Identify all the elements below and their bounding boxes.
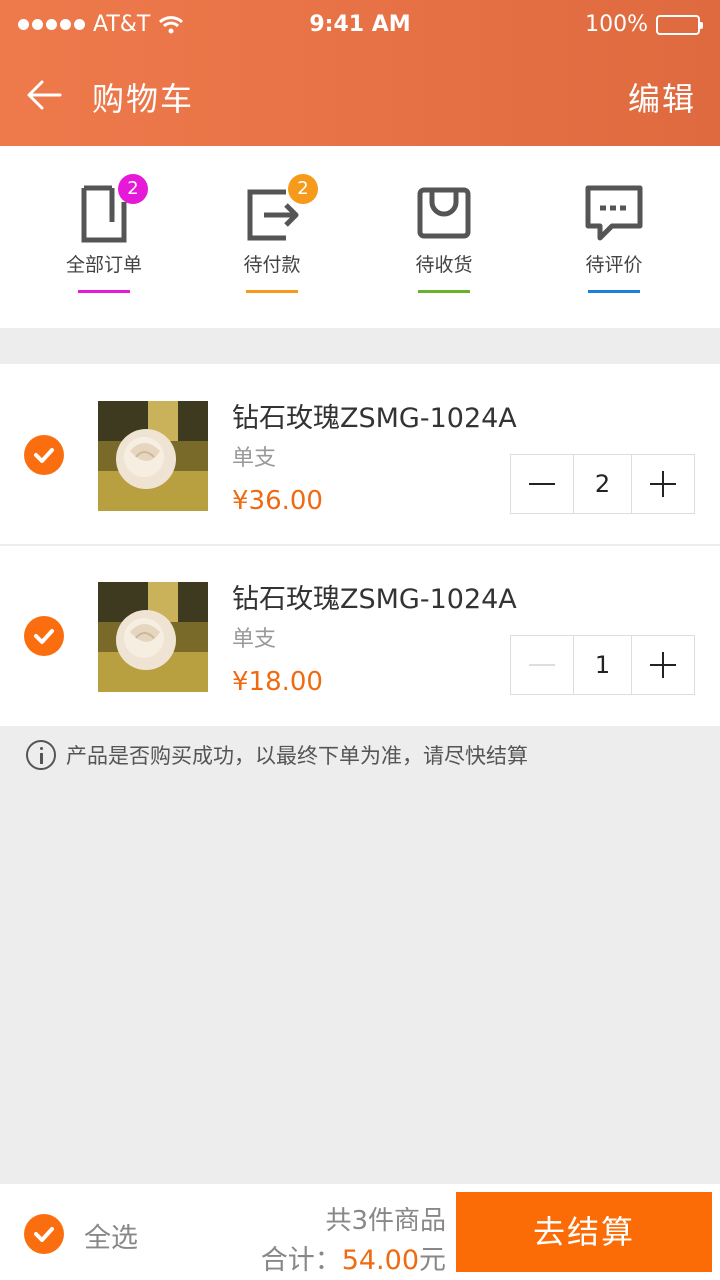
product-price: ¥36.00	[232, 486, 323, 516]
decrease-button[interactable]	[511, 636, 573, 694]
total-amount: 54.00	[341, 1245, 419, 1276]
tab-label: 待收货	[415, 254, 473, 276]
edit-button[interactable]: 编辑	[628, 74, 696, 120]
select-all-label[interactable]: 全选	[84, 1216, 138, 1255]
info-icon	[26, 740, 56, 770]
checkout-bar: 全选 共3件商品 合计：54.00元 去结算	[0, 1184, 720, 1280]
cart-item: 钻石玫瑰ZSMG-1024A 单支 ¥18.00 1	[0, 546, 720, 726]
quantity-value[interactable]: 2	[572, 455, 633, 513]
product-spec: 单支	[232, 446, 277, 471]
page-title: 购物车	[92, 80, 195, 118]
header: AT&T 9:41 AM 100% 购物车 编辑	[0, 0, 720, 146]
badge-count: 2	[288, 174, 318, 204]
product-name[interactable]: 钻石玫瑰ZSMG-1024A	[232, 577, 517, 616]
quantity-stepper: 2	[510, 454, 695, 514]
tab-label: 待付款	[243, 254, 301, 276]
minus-icon	[529, 483, 555, 485]
checkmark-icon	[34, 629, 54, 644]
decrease-button[interactable]	[511, 455, 573, 513]
product-price: ¥18.00	[232, 667, 323, 697]
total-unit: 元	[419, 1245, 446, 1276]
item-count: 共3件商品	[325, 1206, 446, 1236]
item-checkbox[interactable]	[24, 435, 64, 475]
tab-label: 待评价	[585, 254, 643, 276]
product-spec: 单支	[232, 627, 277, 652]
cart-item: 钻石玫瑰ZSMG-1024A 单支 ¥36.00 2	[0, 364, 720, 544]
battery-icon	[656, 14, 703, 35]
tab-underline	[588, 290, 640, 293]
product-image[interactable]	[98, 582, 208, 692]
back-arrow-icon[interactable]	[24, 75, 64, 115]
quantity-stepper: 1	[510, 635, 695, 695]
total-label: 合计：	[260, 1245, 342, 1276]
tab-pending-payment[interactable]: 2 待付款	[182, 146, 362, 328]
notice-text: 产品是否购买成功，以最终下单为准，请尽快结算	[66, 744, 528, 768]
tab-pending-receipt[interactable]: 待收货	[354, 146, 534, 328]
nav-bar: 购物车 编辑	[0, 60, 720, 130]
battery-percent: 100%	[585, 12, 648, 37]
comment-icon	[585, 185, 643, 241]
checkout-button[interactable]: 去结算	[456, 1192, 712, 1272]
product-image[interactable]	[98, 401, 208, 511]
checkmark-icon	[34, 1227, 54, 1242]
order-tabs: 2 全部订单 2 待付款 待收货 待评价	[0, 146, 720, 328]
increase-button[interactable]	[632, 636, 694, 694]
minus-icon	[529, 664, 555, 666]
shopping-bag-icon	[417, 187, 471, 239]
total-price: 合计：54.00元	[261, 1238, 446, 1277]
tab-underline	[78, 290, 130, 293]
quantity-value[interactable]: 1	[572, 636, 633, 694]
item-checkbox[interactable]	[24, 616, 64, 656]
badge-count: 2	[118, 174, 148, 204]
product-name[interactable]: 钻石玫瑰ZSMG-1024A	[232, 396, 517, 435]
status-bar: AT&T 9:41 AM 100%	[0, 0, 720, 50]
select-all-checkbox[interactable]	[24, 1214, 64, 1254]
tab-label: 全部订单	[65, 254, 142, 276]
tab-underline	[246, 290, 298, 293]
purchase-notice: 产品是否购买成功，以最终下单为准，请尽快结算	[26, 740, 528, 770]
checkmark-icon	[34, 448, 54, 463]
tab-underline	[418, 290, 470, 293]
tab-all-orders[interactable]: 2 全部订单	[14, 146, 194, 328]
tab-pending-review[interactable]: 待评价	[524, 146, 704, 328]
increase-button[interactable]	[632, 455, 694, 513]
